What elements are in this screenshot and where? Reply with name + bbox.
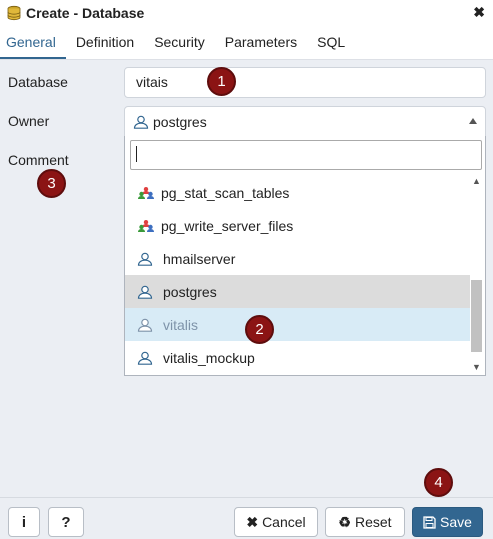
user-icon <box>137 351 153 365</box>
tab-definition[interactable]: Definition <box>70 26 144 59</box>
annotation-badge-1: 1 <box>207 67 236 96</box>
option-vitalis[interactable]: vitalis <box>125 308 470 341</box>
save-button[interactable]: Save <box>412 507 483 537</box>
chevron-up-icon[interactable] <box>469 118 477 124</box>
annotation-badge-2: 2 <box>245 315 274 344</box>
dialog-title: Create - Database <box>26 5 145 21</box>
scroll-down-icon[interactable]: ▼ <box>472 362 481 372</box>
database-input[interactable]: vitais <box>124 67 486 98</box>
database-icon <box>7 5 21 21</box>
tab-security[interactable]: Security <box>148 26 215 59</box>
recycle-icon: ♻ <box>338 513 351 530</box>
user-icon <box>137 318 153 332</box>
cancel-label: Cancel <box>262 514 306 530</box>
cancel-button[interactable]: ✖ Cancel <box>234 507 318 537</box>
reset-button[interactable]: ♻ Reset <box>325 507 405 537</box>
reset-label: Reset <box>354 514 392 530</box>
dialog-titlebar: Create - Database ✖ <box>0 0 493 26</box>
tab-parameters[interactable]: Parameters <box>219 26 307 59</box>
user-icon <box>133 115 149 129</box>
tab-sql[interactable]: SQL <box>311 26 355 59</box>
info-icon: i <box>21 513 27 531</box>
database-label: Database <box>8 74 68 90</box>
option-label: vitalis <box>163 316 199 333</box>
help-button[interactable]: ? <box>48 507 84 537</box>
option-label: postgres <box>163 283 217 300</box>
owner-label: Owner <box>8 113 50 129</box>
group-roles-icon <box>138 219 154 232</box>
option-postgres[interactable]: postgres <box>125 275 470 308</box>
group-roles-icon <box>138 186 154 199</box>
tab-general[interactable]: General <box>0 26 66 59</box>
option-pg-write-server-files[interactable]: pg_write_server_files <box>125 209 470 242</box>
option-vitalis-mockup[interactable]: vitalis_mockup <box>125 341 470 374</box>
save-label: Save <box>440 514 472 530</box>
scroll-up-icon[interactable]: ▲ <box>472 176 481 186</box>
dropdown-scrollbar[interactable]: ▲ ▼ <box>470 176 483 372</box>
option-hmailserver[interactable]: hmailserver <box>125 242 470 275</box>
info-button[interactable]: i <box>8 507 40 537</box>
text-caret <box>136 146 137 162</box>
annotation-badge-3: 3 <box>37 169 66 198</box>
dialog-footer: i ? ✖ Cancel ♻ Reset Save <box>0 497 493 539</box>
option-label: pg_stat_scan_tables <box>161 184 290 201</box>
owner-dropdown: pg_stat_scan_tables pg_write_server_file… <box>124 136 486 376</box>
close-icon: ✖ <box>246 513 259 530</box>
floppy-disk-icon <box>423 515 436 529</box>
user-icon <box>137 285 153 299</box>
close-icon[interactable]: ✖ <box>473 4 485 21</box>
option-label: vitalis_mockup <box>163 349 255 366</box>
annotation-badge-4: 4 <box>424 468 453 497</box>
search-caret-wrap <box>130 140 482 170</box>
tab-bar: General Definition Security Parameters S… <box>0 26 493 60</box>
option-label: hmailserver <box>163 250 236 267</box>
option-pg-stat-scan-tables[interactable]: pg_stat_scan_tables <box>125 176 470 209</box>
owner-value: postgres <box>153 113 207 130</box>
owner-select[interactable]: postgres <box>124 106 486 137</box>
form-panel: Database vitais Owner postgres Comment p… <box>0 60 493 497</box>
user-icon <box>137 252 153 266</box>
option-label: pg_write_server_files <box>161 217 294 234</box>
comment-label: Comment <box>8 152 69 168</box>
help-icon: ? <box>61 513 71 531</box>
dropdown-options: pg_stat_scan_tables pg_write_server_file… <box>125 176 470 374</box>
scrollbar-thumb[interactable] <box>471 280 482 352</box>
